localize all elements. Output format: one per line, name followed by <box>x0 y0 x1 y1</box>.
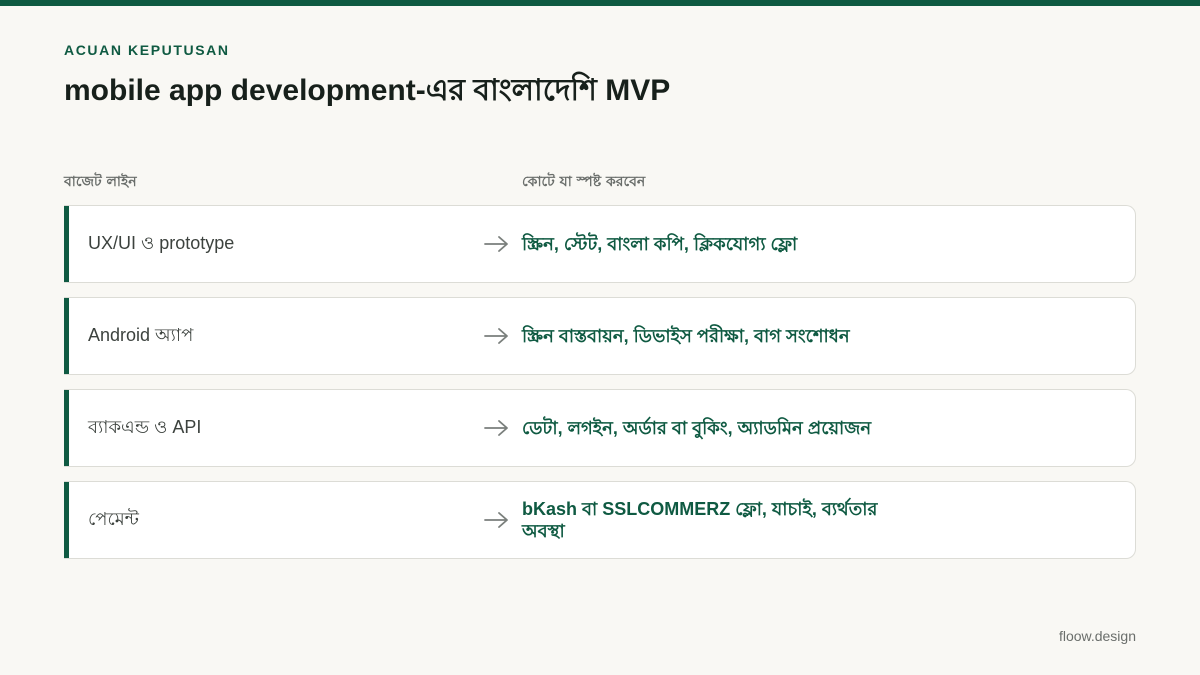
row-label: পেমেন্ট <box>88 508 139 529</box>
budget-rows: UX/UI ও prototype স্ক্রিন, স্টেট, বাংলা … <box>64 205 1136 573</box>
top-accent-bar <box>0 0 1200 6</box>
budget-row-payment: পেমেন্ট bKash বা SSLCOMMERZ ফ্লো, যাচাই,… <box>64 481 1136 559</box>
row-accent-bar <box>64 482 69 558</box>
budget-row-ux-ui: UX/UI ও prototype স্ক্রিন, স্টেট, বাংলা … <box>64 205 1136 283</box>
row-accent-bar <box>64 298 69 374</box>
budget-row-backend-api: ব্যাকএন্ড ও API ডেটা, লগইন, অর্ডার বা বু… <box>64 389 1136 467</box>
arrow-right-icon <box>482 390 512 466</box>
arrow-right-icon <box>482 206 512 282</box>
row-label: UX/UI ও prototype <box>88 232 235 253</box>
arrow-right-icon <box>482 298 512 374</box>
budget-row-android: Android অ্যাপ স্ক্রিন বাস্তবায়ন, ডিভাইস… <box>64 297 1136 375</box>
row-accent-bar <box>64 390 69 466</box>
row-label: ব্যাকএন্ড ও API <box>88 416 202 437</box>
row-accent-bar <box>64 206 69 282</box>
footer-brand: floow.design <box>1058 628 1136 644</box>
row-detail: ডেটা, লগইন, অর্ডার বা বুকিং, অ্যাডমিন প্… <box>522 418 872 438</box>
row-detail: bKash বা SSLCOMMERZ ফ্লো, যাচাই, ব্যর্থত… <box>522 499 878 541</box>
eyebrow-label: ACUAN KEPUTUSAN <box>64 42 230 58</box>
page-title: mobile app development-এর বাংলাদেশি MVP <box>64 74 671 107</box>
column-header-budget-line: বাজেট লাইন <box>64 174 137 190</box>
arrow-right-icon <box>482 482 512 558</box>
row-label: Android অ্যাপ <box>88 324 194 345</box>
row-detail: স্ক্রিন বাস্তবায়ন, ডিভাইস পরীক্ষা, বাগ … <box>522 326 850 346</box>
row-detail: স্ক্রিন, স্টেট, বাংলা কপি, ক্লিকযোগ্য ফ্… <box>522 234 798 254</box>
column-header-quote-clarify: কোটে যা স্পষ্ট করবেন <box>522 174 646 190</box>
